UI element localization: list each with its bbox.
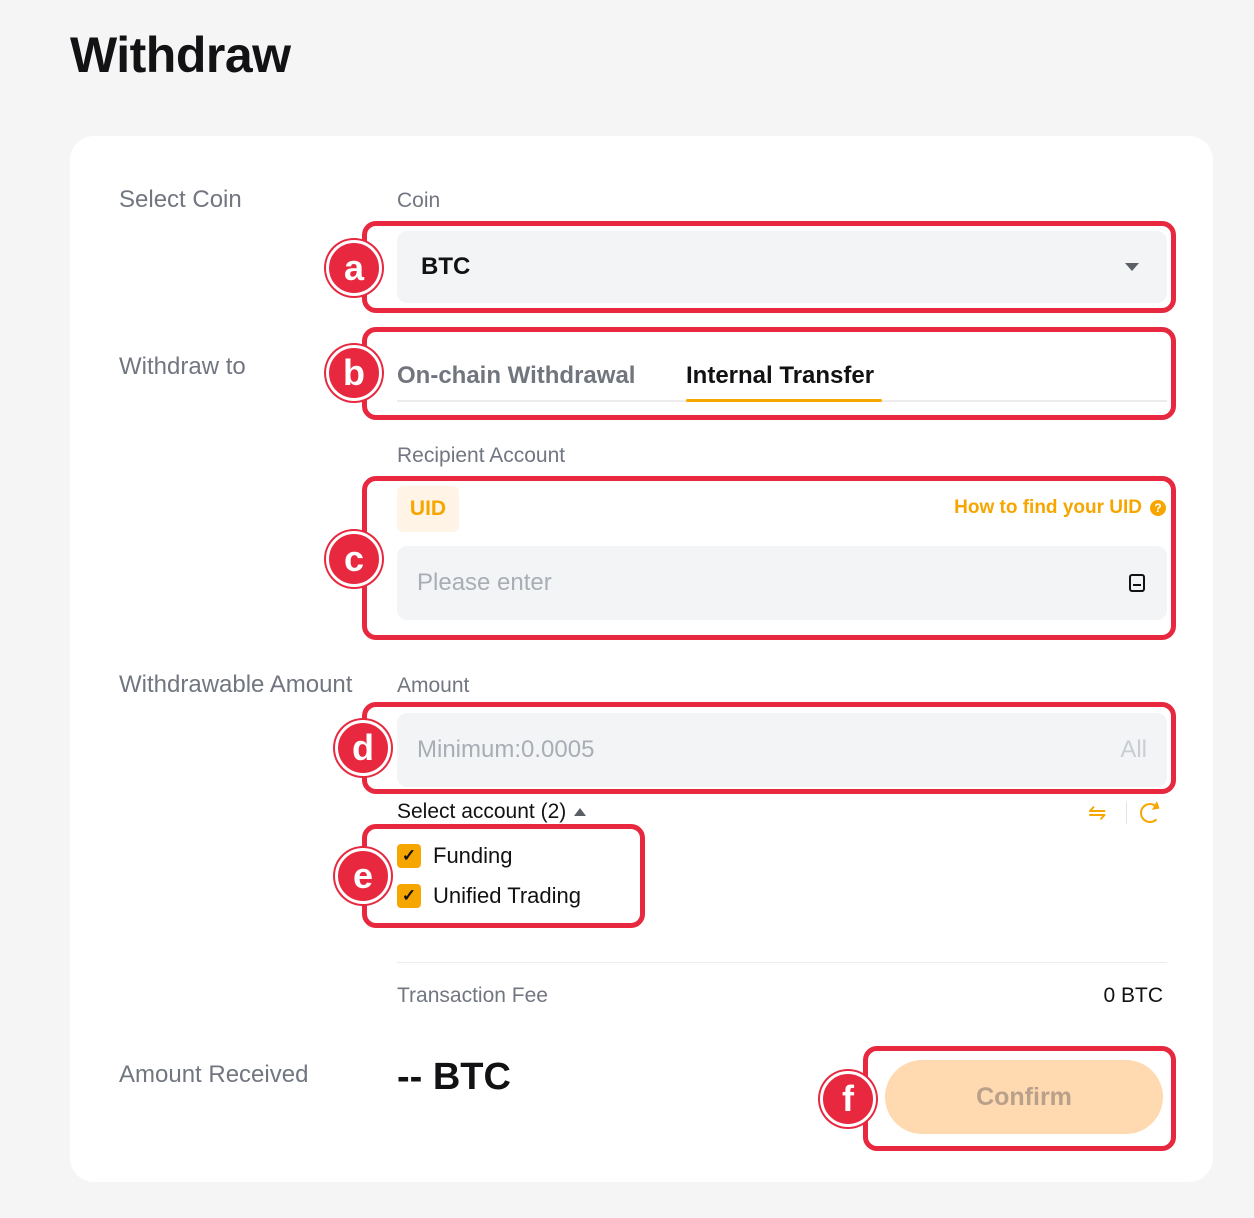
amount-field-label: Amount	[397, 674, 470, 697]
withdraw-method-tabs: On-chain Withdrawal Internal Transfer	[397, 352, 1167, 402]
swap-arrows-icon[interactable]: ⇋	[1088, 800, 1106, 826]
find-uid-link[interactable]: How to find your UID ?	[954, 497, 1166, 519]
caret-down-icon	[1125, 263, 1139, 271]
active-tab-indicator	[686, 399, 882, 402]
account-option-label: Funding	[433, 843, 513, 868]
page-title: Withdraw	[70, 27, 291, 83]
address-book-icon[interactable]	[1129, 574, 1145, 592]
coin-select-value: BTC	[421, 253, 471, 280]
checkmark-icon[interactable]: ✓	[397, 844, 421, 868]
caret-up-icon	[574, 808, 587, 816]
section-divider	[397, 962, 1167, 963]
select-coin-label: Select Coin	[119, 186, 242, 213]
question-circle-icon: ?	[1150, 500, 1166, 516]
uid-chip[interactable]: UID	[397, 486, 459, 532]
recipient-account-label: Recipient Account	[397, 444, 566, 467]
recipient-uid-input[interactable]	[417, 569, 1017, 597]
amount-input[interactable]	[417, 736, 1017, 764]
account-option-funding[interactable]: ✓ Funding	[397, 843, 513, 869]
withdrawable-amount-label: Withdrawable Amount	[119, 671, 353, 698]
refresh-icon[interactable]	[1140, 803, 1160, 823]
marker-a: a	[326, 240, 382, 296]
select-account-toggle[interactable]: Select account (2)	[397, 800, 587, 824]
all-amount-button[interactable]: All	[1120, 736, 1147, 764]
marker-b: b	[326, 345, 382, 401]
checkmark-icon[interactable]: ✓	[397, 884, 421, 908]
transaction-fee-label: Transaction Fee	[397, 984, 548, 1007]
account-option-unified-trading[interactable]: ✓ Unified Trading	[397, 883, 581, 909]
amount-received-label: Amount Received	[119, 1061, 309, 1088]
coin-select[interactable]: BTC	[397, 231, 1167, 303]
amount-field: All	[397, 713, 1167, 787]
marker-e: e	[335, 848, 391, 904]
marker-f: f	[820, 1071, 876, 1127]
withdraw-to-label: Withdraw to	[119, 353, 246, 380]
find-uid-link-text: How to find your UID	[954, 497, 1142, 518]
account-option-label: Unified Trading	[433, 883, 581, 908]
marker-d: d	[335, 720, 391, 776]
select-account-label: Select account (2)	[397, 800, 567, 823]
tab-onchain-withdrawal[interactable]: On-chain Withdrawal	[397, 362, 635, 390]
amount-received-value: -- BTC	[397, 1056, 511, 1098]
confirm-button[interactable]: Confirm	[885, 1060, 1163, 1134]
tab-internal-transfer[interactable]: Internal Transfer	[686, 362, 874, 390]
transaction-fee-value: 0 BTC	[1103, 984, 1163, 1007]
marker-c: c	[326, 531, 382, 587]
coin-field-label: Coin	[397, 189, 441, 212]
toolbar-divider	[1126, 802, 1127, 824]
recipient-uid-field	[397, 546, 1167, 620]
